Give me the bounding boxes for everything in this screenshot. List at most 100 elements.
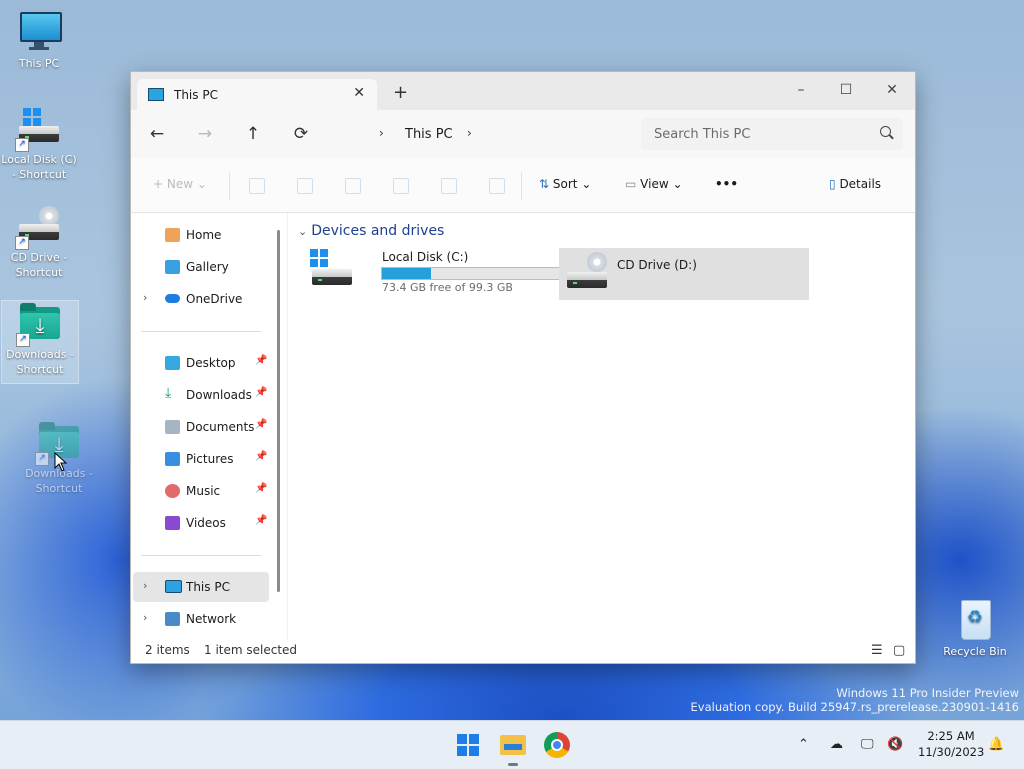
nav-item-onedrive[interactable]: › OneDrive [133, 284, 269, 314]
shortcut-arrow-icon: ↗ [35, 452, 49, 466]
file-explorer-window: This PC ✕ + – ☐ ✕ ← → ↑ ⟳ › This PC › Se… [130, 71, 916, 664]
nav-item-home[interactable]: Home [133, 220, 269, 250]
cloud-icon [165, 294, 180, 303]
new-label: New [166, 177, 194, 191]
nav-pane-scrollbar[interactable] [277, 230, 280, 592]
nav-item-network[interactable]: › Network [133, 604, 269, 634]
status-bar: 2 items 1 item selected ☰ ▢ [131, 639, 915, 663]
videos-icon [165, 516, 180, 530]
nav-item-music[interactable]: Music 📌 [133, 476, 269, 506]
drive-name: CD Drive (D:) [617, 258, 697, 272]
show-hidden-icons-chevron[interactable]: ⌃ [798, 737, 809, 752]
desktop-icon-this-pc[interactable]: This PC [1, 10, 77, 71]
nav-item-label: Music [186, 484, 221, 498]
notification-bell-icon[interactable]: 🔔 [988, 737, 1004, 752]
desktop-icon-recycle-bin[interactable]: ♻ Recycle Bin [937, 598, 1013, 659]
drive-item-local-disk[interactable]: Local Disk (C:) 73.4 GB free of 99.3 GB [308, 247, 571, 299]
tab-this-pc[interactable]: This PC ✕ [137, 79, 377, 110]
minimize-button[interactable]: – [778, 76, 824, 104]
drive-name: Local Disk (C:) [382, 250, 469, 264]
start-icon[interactable] [453, 730, 483, 760]
expand-chevron-icon[interactable]: › [143, 579, 147, 592]
breadcrumb-this-pc[interactable]: This PC [405, 127, 453, 142]
nav-item-label: Home [186, 228, 222, 242]
expand-chevron-icon[interactable]: › [143, 291, 147, 304]
selection-count: 1 item selected [204, 643, 298, 657]
command-bar: + New ⌄ ⇅ Sort ⌄ ▭ View ⌄ ••• ▯ Details [131, 158, 915, 213]
nav-item-label: OneDrive [186, 292, 243, 306]
shortcut-arrow-icon: ↗ [16, 333, 30, 347]
title-bar: This PC ✕ + – ☐ ✕ [131, 72, 915, 110]
shortcut-arrow-icon: ↗ [15, 236, 29, 250]
file-explorer-icon[interactable] [498, 730, 528, 766]
pictures-icon [165, 452, 180, 466]
pin-icon: 📌 [255, 387, 268, 398]
music-icon [165, 484, 180, 498]
chrome-icon[interactable] [542, 730, 572, 760]
sort-label: Sort [552, 177, 578, 191]
nav-item-gallery[interactable]: Gallery [133, 252, 269, 282]
this-pc-icon [148, 88, 164, 101]
tab-close-icon[interactable]: ✕ [353, 85, 365, 101]
rename-icon[interactable] [393, 178, 409, 194]
desktop-icon [165, 356, 180, 370]
evaluation-watermark: Windows 11 Pro Insider Preview Evaluatio… [691, 686, 1019, 714]
onedrive-offline-icon[interactable]: ☁ [830, 737, 843, 752]
search-box[interactable]: Search This PC [641, 118, 903, 150]
nav-item-label: Videos [186, 516, 226, 530]
watermark-line-2: Evaluation copy. Build 25947.rs_prerelea… [690, 700, 1019, 714]
nav-item-videos[interactable]: Videos 📌 [133, 508, 269, 538]
new-tab-button[interactable]: + [393, 84, 408, 102]
details-label: Details [839, 177, 882, 191]
breadcrumb[interactable]: › This PC › [331, 117, 629, 151]
nav-item-desktop[interactable]: Desktop 📌 [133, 348, 269, 378]
paste-icon[interactable] [345, 178, 361, 194]
sort-button[interactable]: ⇅ Sort ⌄ [539, 177, 591, 191]
back-button[interactable]: ← [143, 122, 171, 146]
copy-icon[interactable] [297, 178, 313, 194]
downloads-folder-icon: ⤓ ↗ [16, 301, 62, 347]
new-button[interactable]: + New ⌄ [153, 177, 207, 191]
desktop-icon-downloads-shortcut[interactable]: ⤓ ↗ Downloads - Shortcut [1, 300, 79, 384]
desktop-icon-cd-drive-shortcut[interactable]: ↗ CD Drive - Shortcut [1, 204, 77, 280]
nav-item-label: Documents [186, 420, 255, 434]
cd-drive-icon: ↗ [15, 204, 61, 250]
drive-item-cd-drive[interactable]: CD Drive (D:) [559, 248, 809, 300]
content-pane: ⌄ Devices and drives Local Disk (C:) 73.4… [288, 213, 915, 631]
delete-icon[interactable] [489, 178, 505, 194]
view-icon: ▭ [625, 177, 637, 191]
chevron-right-icon[interactable]: › [467, 126, 472, 140]
desktop-icon-label: Local Disk (C) - Shortcut [1, 153, 77, 181]
nav-item-pictures[interactable]: Pictures 📌 [133, 444, 269, 474]
home-icon [165, 228, 180, 242]
volume-muted-icon[interactable]: 🔇 [887, 737, 903, 752]
system-clock[interactable]: 2:25 AM 11/30/2023 [918, 728, 984, 760]
pin-icon: 📌 [255, 419, 268, 430]
nav-item-label: Network [186, 612, 237, 626]
view-button[interactable]: ▭ View ⌄ [625, 177, 683, 191]
shortcut-arrow-icon: ↗ [15, 138, 29, 152]
search-input[interactable]: Search This PC [654, 127, 750, 142]
share-icon[interactable] [441, 178, 457, 194]
nav-item-documents[interactable]: Documents 📌 [133, 412, 269, 442]
search-icon [880, 126, 891, 137]
forward-button[interactable]: → [191, 122, 219, 146]
desktop-icon-local-disk-shortcut[interactable]: ↗ Local Disk (C) - Shortcut [1, 106, 77, 182]
nav-item-downloads[interactable]: ⤓ Downloads 📌 [133, 380, 269, 410]
network-icon[interactable]: 🖵 [861, 737, 874, 752]
close-button[interactable]: ✕ [869, 76, 915, 104]
cut-icon[interactable] [249, 178, 265, 194]
nav-item-label: Downloads [186, 388, 252, 402]
more-options-button[interactable]: ••• [715, 177, 738, 191]
group-header[interactable]: ⌄ Devices and drives [298, 223, 444, 239]
desktop-icon-label: CD Drive - Shortcut [10, 251, 68, 279]
details-view-icon[interactable]: ☰ [871, 643, 883, 658]
refresh-button[interactable]: ⟳ [287, 122, 315, 146]
nav-item-this-pc[interactable]: › This PC [133, 572, 269, 602]
this-pc-icon [165, 580, 182, 593]
details-button[interactable]: ▯ Details [829, 177, 881, 191]
expand-chevron-icon[interactable]: › [143, 611, 147, 624]
maximize-button[interactable]: ☐ [823, 76, 869, 104]
up-button[interactable]: ↑ [239, 122, 267, 146]
tiles-view-icon[interactable]: ▢ [893, 643, 905, 658]
